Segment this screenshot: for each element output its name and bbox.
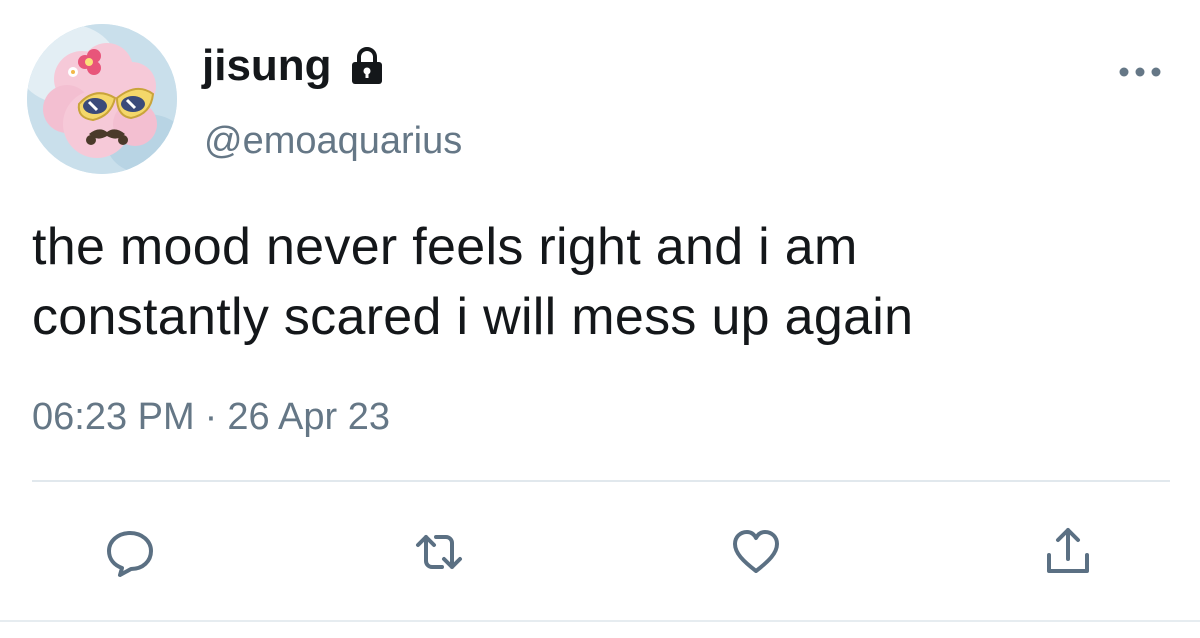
tweet-text-line: the mood never feels right and i am bbox=[32, 218, 858, 276]
reply-icon bbox=[107, 531, 153, 577]
like-button[interactable] bbox=[724, 520, 788, 584]
tweet-time: 06:23 PM bbox=[32, 396, 195, 438]
timestamp-separator: · bbox=[204, 396, 218, 438]
timestamp[interactable]: 06:23 PM · 26 Apr 23 bbox=[32, 394, 390, 440]
tweet-text: the mood never feels right and i am cons… bbox=[32, 212, 1172, 352]
retweet-button[interactable] bbox=[407, 520, 471, 584]
share-icon bbox=[1047, 528, 1089, 573]
tweet-text-line: constantly scared i will mess up again bbox=[32, 288, 914, 346]
user-handle[interactable]: @emoaquarius bbox=[204, 118, 462, 164]
reply-button[interactable] bbox=[98, 520, 162, 584]
retweet-icon bbox=[416, 535, 462, 569]
pink-sheep-avatar-icon bbox=[27, 24, 177, 174]
tweet-card: jisung @emoaquarius the mood never feels… bbox=[0, 0, 1200, 638]
name-row: jisung bbox=[202, 40, 384, 92]
avatar[interactable] bbox=[27, 24, 177, 174]
bottom-divider bbox=[0, 620, 1200, 622]
share-button[interactable] bbox=[1036, 520, 1100, 584]
display-name[interactable]: jisung bbox=[202, 40, 332, 92]
tweet-date: 26 Apr 23 bbox=[227, 396, 390, 438]
divider bbox=[32, 480, 1170, 482]
heart-icon bbox=[733, 530, 779, 573]
lock-icon bbox=[351, 47, 382, 84]
more-options-icon[interactable] bbox=[1116, 60, 1164, 84]
